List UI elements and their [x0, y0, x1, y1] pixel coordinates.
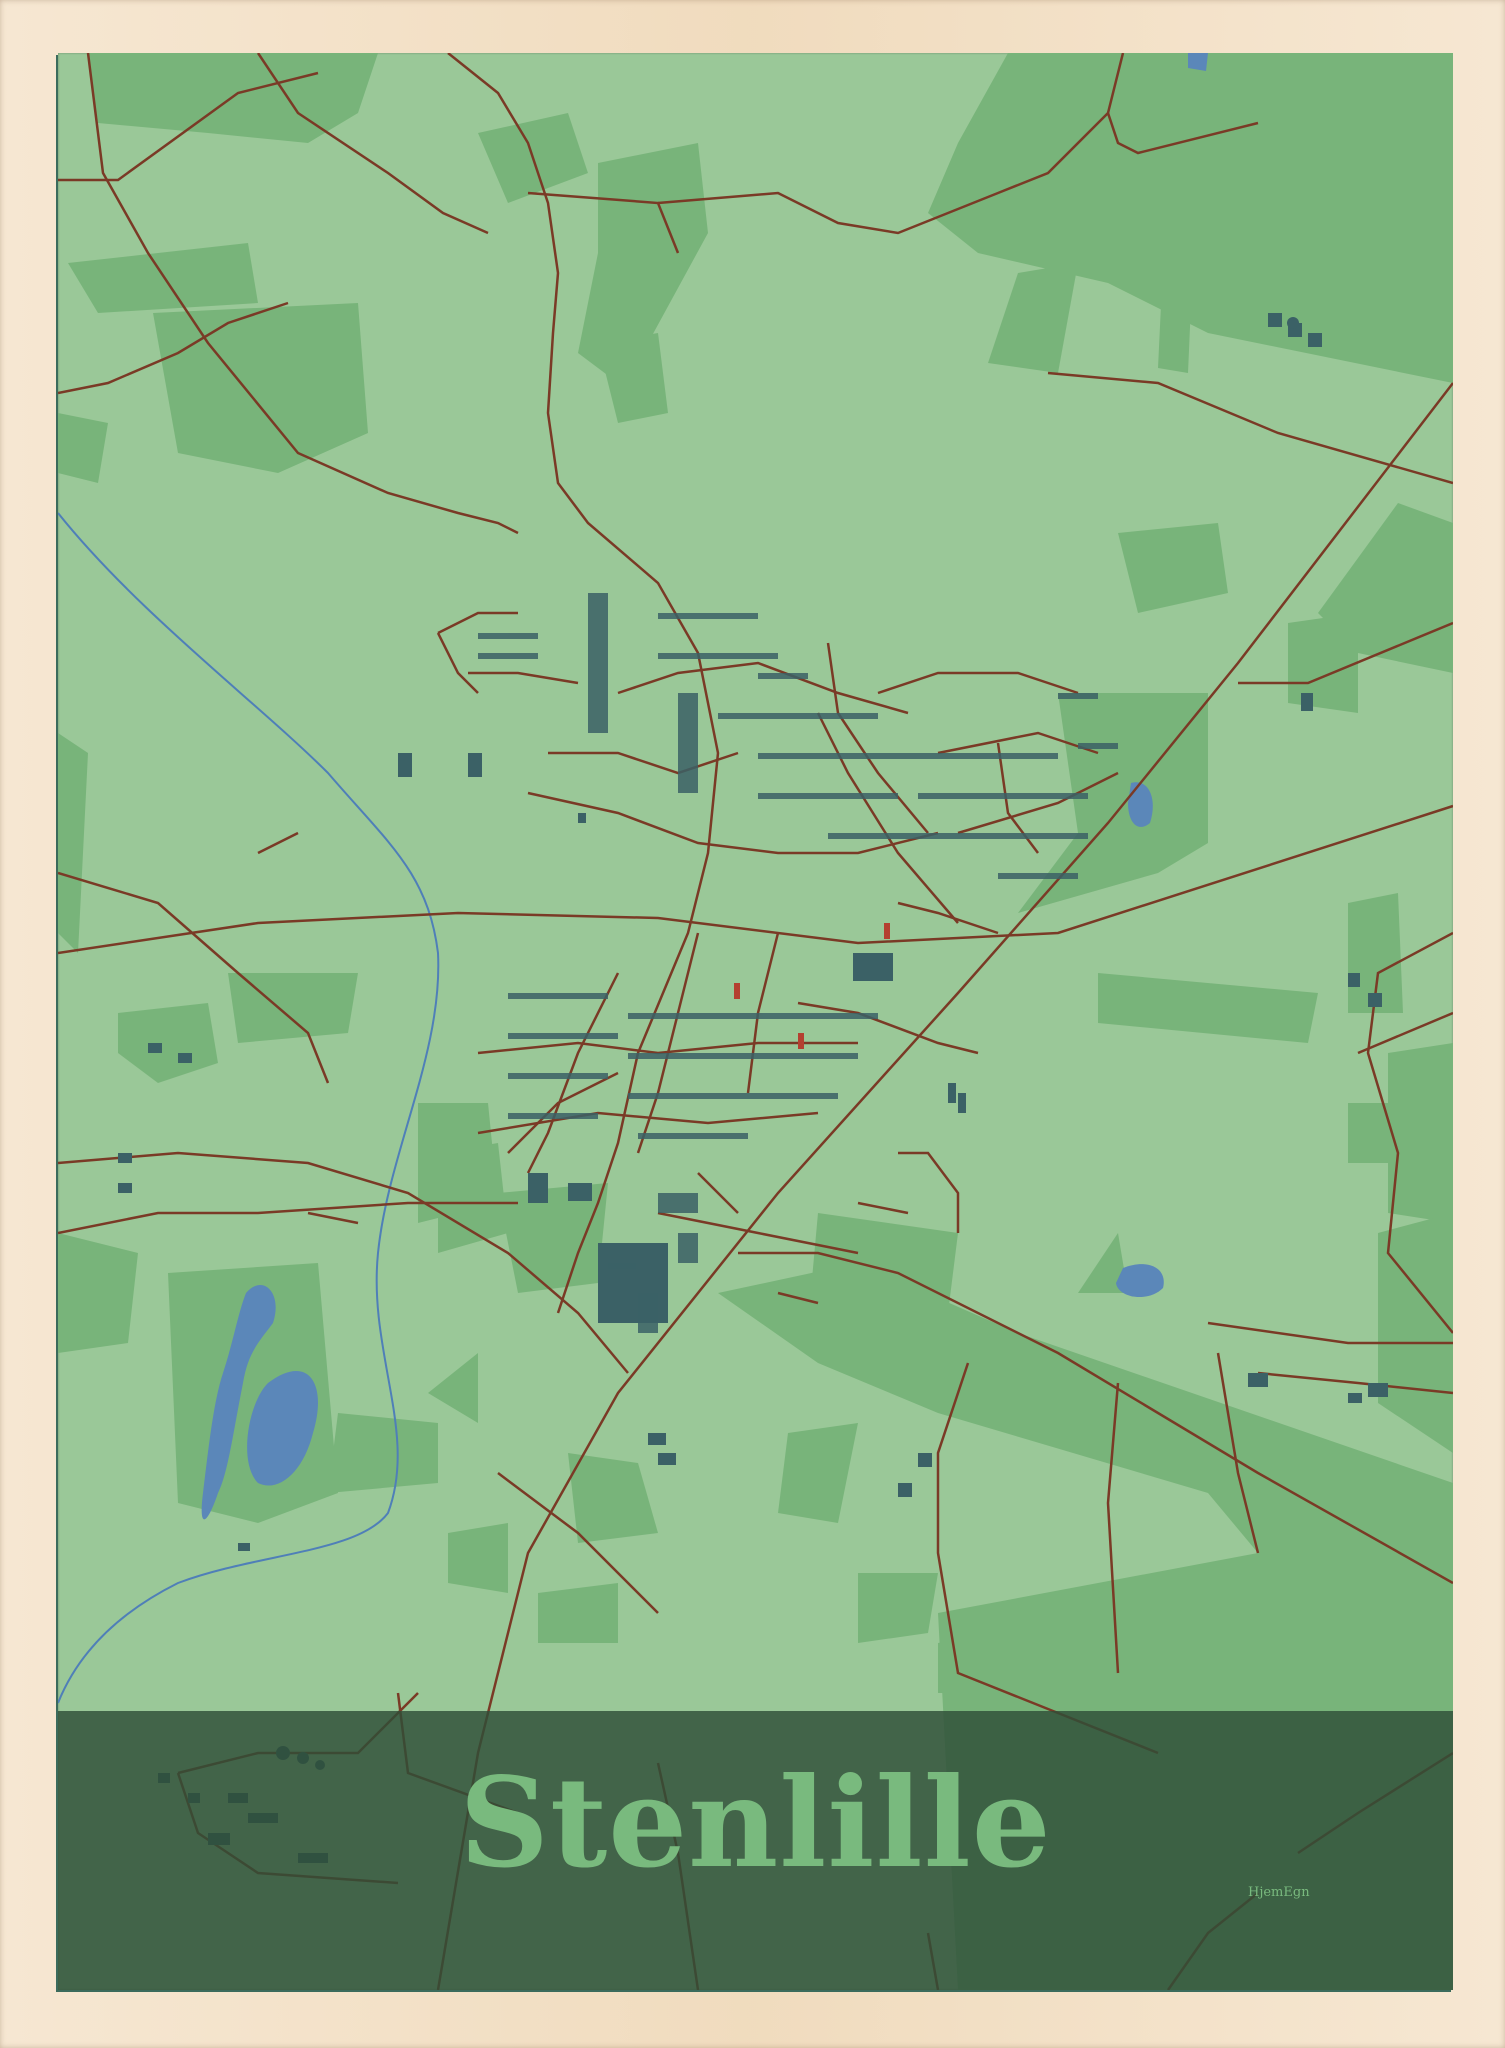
city-title: Stenlille [459, 1751, 1052, 1896]
streams [58, 512, 440, 1704]
map-canvas [58, 53, 1453, 1990]
map-poster: Stenlille HjemEgn [58, 53, 1453, 1990]
brand-logo: HjemEgn [1248, 1885, 1310, 1900]
forest-areas [58, 53, 1453, 1990]
